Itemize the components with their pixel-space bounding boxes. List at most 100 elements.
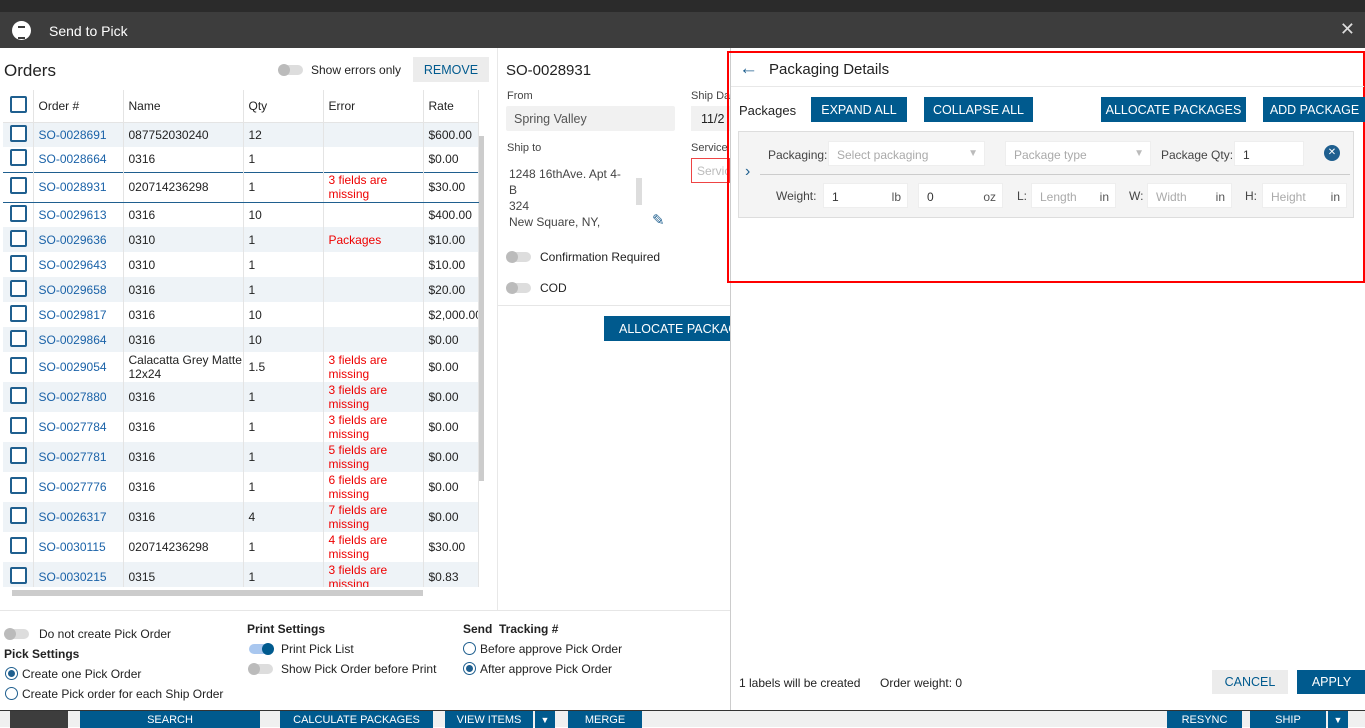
packaging-select[interactable]: Select packaging ▼ <box>828 141 985 166</box>
table-row[interactable]: SO-0028664 0316 1 $0.00 <box>3 147 479 172</box>
ship-dropdown-icon[interactable]: ▼ <box>1328 711 1348 728</box>
order-link[interactable]: SO-0027776 <box>33 472 124 502</box>
table-row[interactable]: SO-0028931 020714236298 1 3 fields are m… <box>3 171 479 203</box>
row-checkbox[interactable] <box>3 382 34 412</box>
orders-vertical-scrollbar[interactable] <box>478 122 485 587</box>
from-field[interactable]: Spring Valley <box>506 106 675 131</box>
order-link[interactable]: SO-0029613 <box>33 202 124 227</box>
row-checkbox[interactable] <box>3 171 34 203</box>
ship-button[interactable]: SHIP <box>1250 711 1326 728</box>
row-checkbox[interactable] <box>3 122 34 147</box>
remove-package-icon[interactable]: ✕ <box>1324 145 1340 161</box>
column-header-name[interactable]: Name <box>123 90 244 122</box>
order-link[interactable]: SO-0029643 <box>33 252 124 277</box>
length-input[interactable]: Length in <box>1031 183 1116 208</box>
table-row[interactable]: SO-0027781 0316 1 5 fields are missing $… <box>3 442 479 472</box>
search-button[interactable]: SEARCH <box>80 711 260 728</box>
row-checkbox[interactable] <box>3 302 34 327</box>
table-row[interactable]: SO-0029636 0310 1 Packages $10.00 <box>3 227 479 252</box>
order-link[interactable]: SO-0029817 <box>33 302 124 327</box>
cancel-button[interactable]: CANCEL <box>1212 670 1288 694</box>
weight-oz-input[interactable]: 0 oz <box>918 183 1003 208</box>
service-field[interactable]: Servic <box>691 158 730 183</box>
back-arrow-icon[interactable]: ← <box>739 58 758 80</box>
resync-button[interactable]: RESYNC <box>1167 711 1242 728</box>
view-items-dropdown-icon[interactable]: ▼ <box>535 711 555 728</box>
table-row[interactable]: SO-0030215 0315 1 3 fields are missing $… <box>3 562 479 587</box>
height-input[interactable]: Height in <box>1262 183 1347 208</box>
table-row[interactable]: SO-0027880 0316 1 3 fields are missing $… <box>3 382 479 412</box>
weight-lb-input[interactable]: 1 lb <box>823 183 908 208</box>
row-checkbox[interactable] <box>3 327 34 352</box>
order-link[interactable]: SO-0027880 <box>33 382 124 412</box>
confirmation-toggle[interactable] <box>506 251 531 263</box>
row-checkbox[interactable] <box>3 472 34 502</box>
address-scrollbar[interactable] <box>636 178 642 205</box>
column-header-rate[interactable]: Rate <box>423 90 479 122</box>
show-before-print-toggle[interactable] <box>248 663 273 675</box>
order-link[interactable]: SO-0028931 <box>33 171 124 203</box>
create-one-pick-order-radio[interactable]: Create one Pick Order <box>5 667 141 681</box>
order-link[interactable]: SO-0029636 <box>33 227 124 252</box>
row-checkbox[interactable] <box>3 227 34 252</box>
collapse-all-button[interactable]: COLLAPSE ALL <box>924 97 1033 122</box>
table-row[interactable]: SO-0029817 0316 10 $2,000.00 <box>3 302 479 327</box>
table-row[interactable]: SO-0028691 087752030240 12 $600.00 <box>3 122 479 147</box>
column-header-error[interactable]: Error <box>323 90 424 122</box>
table-row[interactable]: SO-0029658 0316 1 $20.00 <box>3 277 479 302</box>
row-checkbox[interactable] <box>3 502 34 532</box>
order-link[interactable]: SO-0029054 <box>33 352 124 382</box>
column-header-qty[interactable]: Qty <box>243 90 324 122</box>
create-pick-each-radio[interactable]: Create Pick order for each Ship Order <box>5 687 223 701</box>
row-checkbox[interactable] <box>3 532 34 562</box>
orders-horizontal-scrollbar[interactable] <box>12 590 423 596</box>
cod-toggle[interactable] <box>506 282 531 294</box>
table-row[interactable]: SO-0027784 0316 1 3 fields are missing $… <box>3 412 479 442</box>
order-link[interactable]: SO-0028691 <box>33 122 124 147</box>
merge-button[interactable]: MERGE <box>568 711 642 728</box>
do-not-create-toggle[interactable] <box>4 628 29 640</box>
row-checkbox[interactable] <box>3 252 34 277</box>
order-link[interactable]: SO-0029658 <box>33 277 124 302</box>
order-link[interactable]: SO-0027781 <box>33 442 124 472</box>
order-link[interactable]: SO-0026317 <box>33 502 124 532</box>
row-checkbox[interactable] <box>3 277 34 302</box>
remove-button[interactable]: REMOVE <box>413 57 489 82</box>
column-header-order[interactable]: Order # <box>33 90 124 122</box>
table-row[interactable]: SO-0029054 Calacatta Grey Matte 12x24 1.… <box>3 352 479 382</box>
ship-date-field[interactable]: 11/2 <box>691 106 730 131</box>
expand-all-button[interactable]: EXPAND ALL <box>811 97 907 122</box>
allocate-packages-button[interactable]: ALLOCATE PACKAGES <box>1101 97 1246 122</box>
table-row[interactable]: SO-0029613 0316 10 $400.00 <box>3 202 479 227</box>
row-checkbox[interactable] <box>3 202 34 227</box>
order-link[interactable]: SO-0030215 <box>33 562 124 587</box>
table-row[interactable]: SO-0029643 0310 1 $10.00 <box>3 252 479 277</box>
after-approve-radio[interactable]: After approve Pick Order <box>463 662 612 676</box>
edit-address-pencil-icon[interactable]: ✎ <box>652 211 665 229</box>
view-items-button[interactable]: VIEW ITEMS <box>445 711 533 728</box>
package-type-select[interactable]: Package type ▼ <box>1005 141 1151 166</box>
row-checkbox[interactable] <box>3 442 34 472</box>
select-all-checkbox[interactable] <box>3 90 34 122</box>
close-icon[interactable]: ✕ <box>1340 19 1355 40</box>
add-package-button[interactable]: ADD PACKAGE <box>1263 97 1365 122</box>
apply-button[interactable]: APPLY <box>1297 670 1365 694</box>
order-link[interactable]: SO-0027784 <box>33 412 124 442</box>
expand-package-chevron-icon[interactable]: › <box>745 163 750 181</box>
order-link[interactable]: SO-0030115 <box>33 532 124 562</box>
before-approve-radio[interactable]: Before approve Pick Order <box>463 642 622 656</box>
order-link[interactable]: SO-0029864 <box>33 327 124 352</box>
width-input[interactable]: Width in <box>1147 183 1232 208</box>
calculate-packages-button[interactable]: CALCULATE PACKAGES <box>280 711 433 728</box>
row-checkbox[interactable] <box>3 562 34 587</box>
package-qty-input[interactable]: 1 <box>1234 141 1304 166</box>
table-row[interactable]: SO-0030115 020714236298 1 4 fields are m… <box>3 532 479 562</box>
table-row[interactable]: SO-0026317 0316 4 7 fields are missing $… <box>3 502 479 532</box>
table-row[interactable]: SO-0029864 0316 10 $0.00 <box>3 327 479 352</box>
row-checkbox[interactable] <box>3 352 34 382</box>
row-checkbox[interactable] <box>3 147 34 172</box>
table-row[interactable]: SO-0027776 0316 1 6 fields are missing $… <box>3 472 479 502</box>
row-checkbox[interactable] <box>3 412 34 442</box>
allocate-package-button[interactable]: ALLOCATE PACKAGE <box>604 316 730 341</box>
order-link[interactable]: SO-0028664 <box>33 147 124 172</box>
